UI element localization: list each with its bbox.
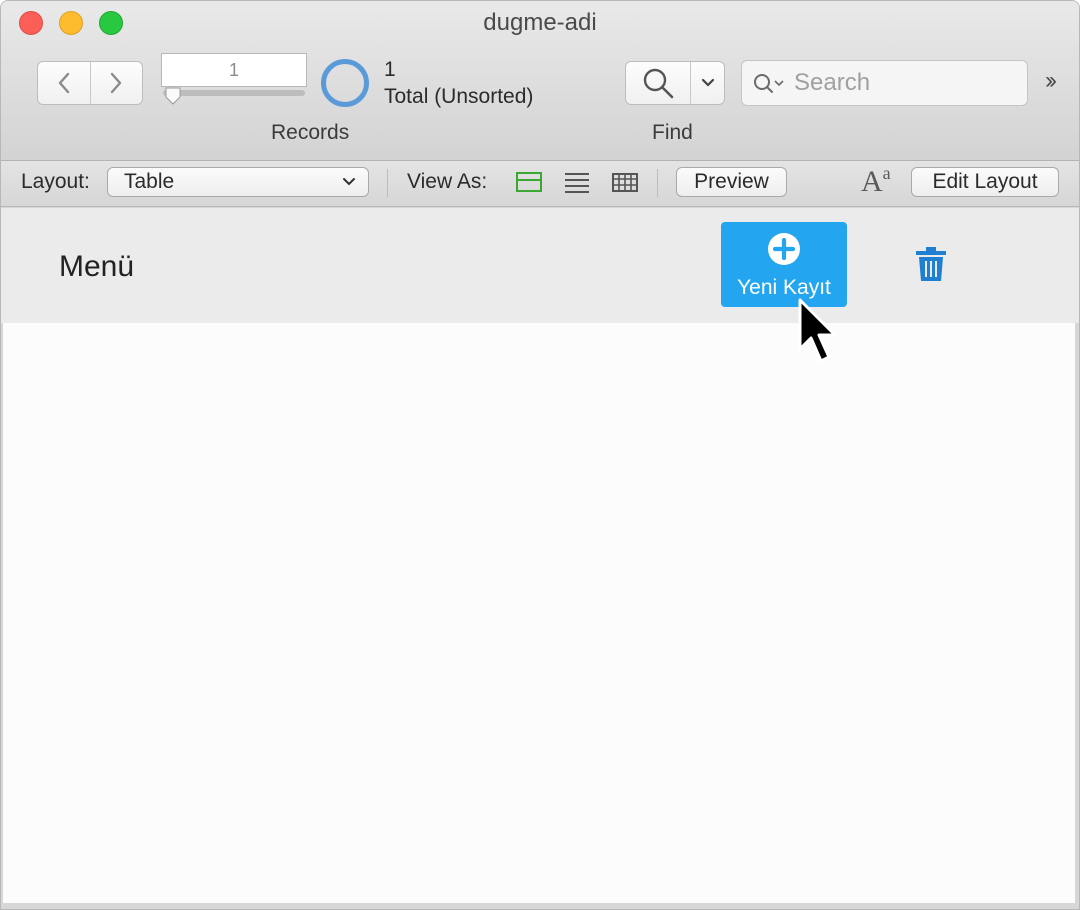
- record-navigation: [37, 61, 143, 105]
- magnifier-icon: [643, 68, 674, 99]
- app-window: dugme-adi 1 1 Total (Unsorted) Records F…: [0, 0, 1080, 910]
- forward-icon: [111, 72, 122, 94]
- layout-select-value: Table: [124, 170, 175, 193]
- records-group-label: Records: [271, 121, 350, 144]
- record-slider[interactable]: [163, 90, 305, 96]
- search-icon: [754, 74, 784, 93]
- current-record-field[interactable]: 1: [161, 53, 307, 87]
- window-bottom-edge: [1, 903, 1079, 909]
- trash-icon[interactable]: [915, 246, 947, 282]
- list-view-icon[interactable]: [564, 171, 590, 193]
- divider: [657, 169, 658, 197]
- layout-label: Layout:: [21, 170, 90, 193]
- preview-button[interactable]: Preview: [676, 167, 787, 197]
- overflow-chevrons-icon[interactable]: ››: [1045, 67, 1057, 95]
- view-as-label: View As:: [407, 170, 488, 193]
- find-dropdown[interactable]: [690, 62, 724, 104]
- total-status: Total (Unsorted): [384, 85, 534, 108]
- search-field[interactable]: [741, 60, 1028, 106]
- record-pie-indicator: [321, 59, 369, 107]
- font-size-small: a: [882, 163, 891, 183]
- content-area: [3, 323, 1075, 903]
- search-input[interactable]: [794, 69, 994, 97]
- font-size-big: A: [861, 165, 883, 198]
- title-toolbar: dugme-adi 1 1 Total (Unsorted) Records F…: [1, 1, 1079, 161]
- status-toolbar: Layout: Table View As: Preview Aa Edit L…: [1, 161, 1079, 207]
- find-button[interactable]: [625, 61, 725, 105]
- find-group-label: Find: [652, 121, 693, 144]
- next-record-button[interactable]: [89, 62, 143, 104]
- layout-select[interactable]: Table: [107, 167, 369, 197]
- record-slider-thumb[interactable]: [165, 87, 181, 105]
- scroll-edge: [1075, 323, 1079, 909]
- found-count: 1: [384, 58, 396, 81]
- plus-circle-icon: [768, 233, 800, 265]
- previous-record-button[interactable]: [38, 62, 90, 104]
- mouse-cursor-icon: [798, 298, 837, 363]
- edit-layout-button[interactable]: Edit Layout: [911, 167, 1059, 197]
- font-size-icon[interactable]: Aa: [861, 163, 891, 199]
- new-record-button[interactable]: Yeni Kayıt: [721, 222, 847, 307]
- layout-header: Menü Yeni Kayıt: [1, 208, 1079, 323]
- find-main[interactable]: [626, 62, 690, 104]
- chevron-down-icon: [343, 178, 355, 186]
- page-title: Menü: [59, 250, 135, 283]
- form-view-icon[interactable]: [516, 171, 542, 193]
- window-title: dugme-adi: [483, 9, 597, 36]
- back-icon: [58, 72, 69, 94]
- table-view-icon[interactable]: [612, 171, 638, 193]
- chevron-down-icon: [701, 78, 714, 87]
- divider: [387, 169, 388, 197]
